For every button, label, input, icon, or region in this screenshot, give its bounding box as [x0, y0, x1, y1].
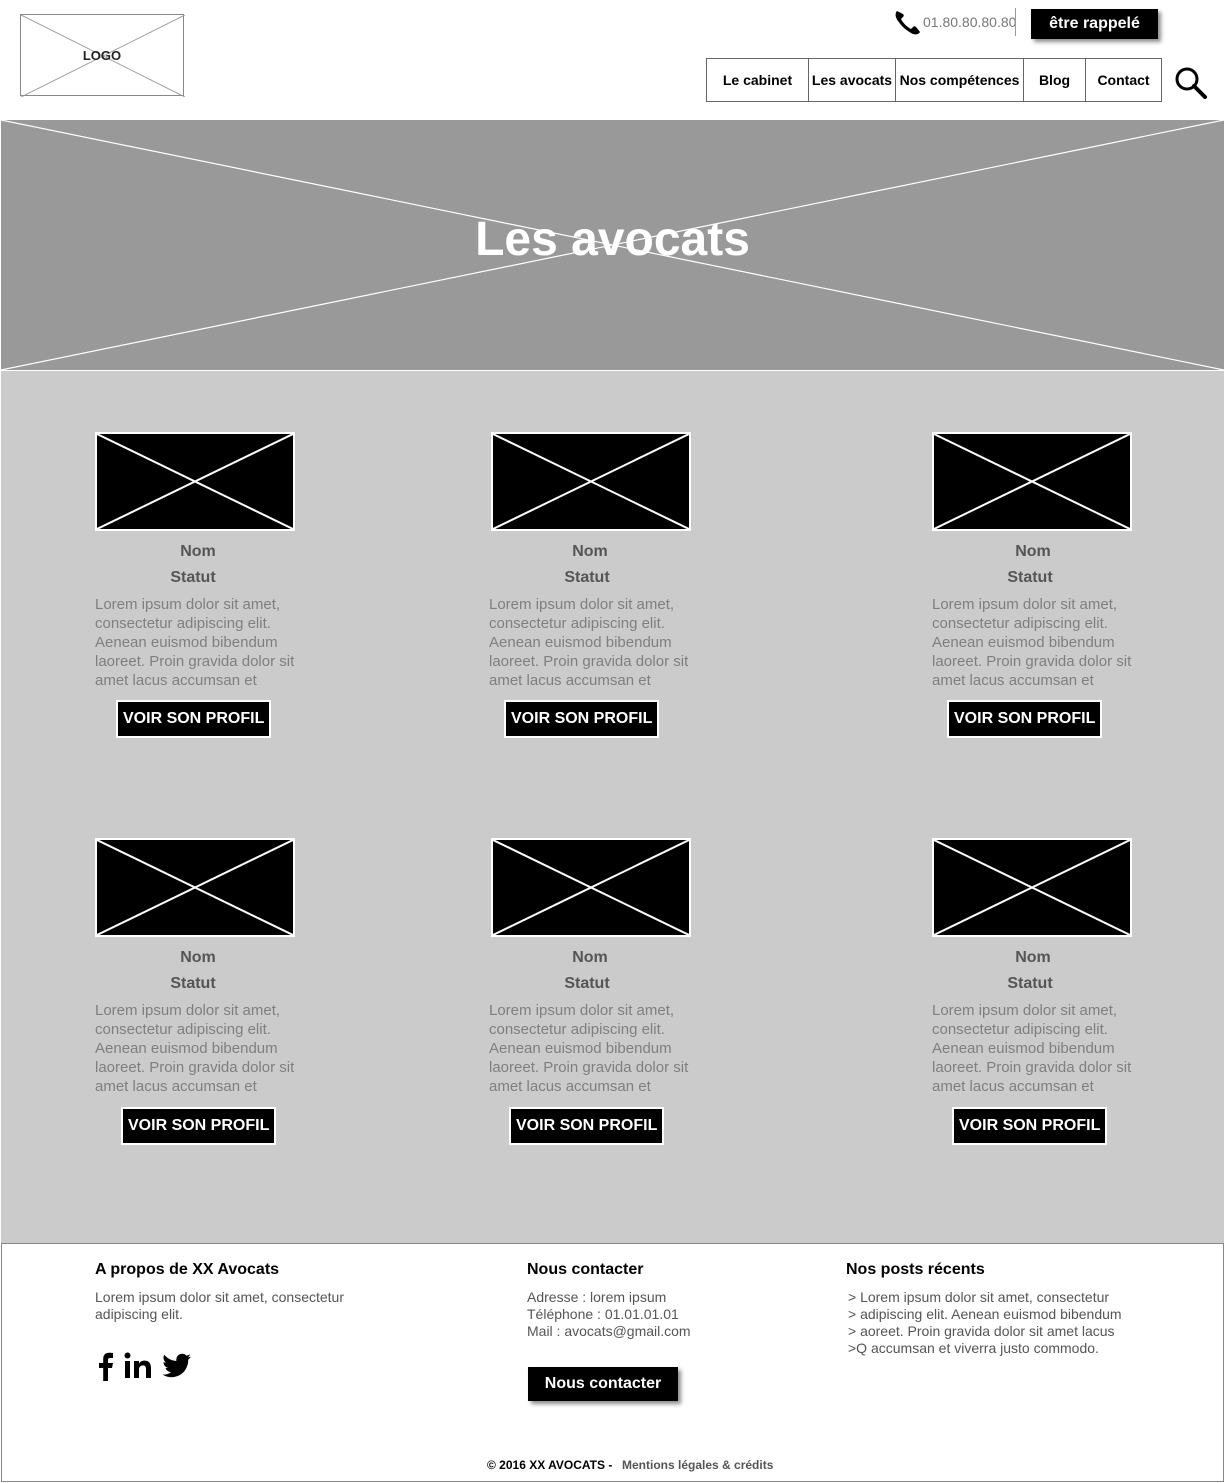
lawyer-photo[interactable]	[491, 838, 691, 937]
nav-item-competences[interactable]: Nos compétences	[896, 59, 1024, 101]
lawyer-status: Statut	[1007, 569, 1053, 586]
copyright: © 2016 XX AVOCATS -	[487, 1458, 613, 1472]
photo-placeholder-icon	[493, 434, 689, 529]
lawyer-bio: Lorem ipsum dolor sit amet, consectetur …	[489, 596, 689, 689]
page-title: Les avocats	[475, 213, 750, 266]
recent-post-link[interactable]: >Q accumsan et viverra justo commodo.	[848, 1340, 1099, 1357]
recent-post-link[interactable]: > Lorem ipsum dolor sit amet, consectetu…	[848, 1289, 1109, 1306]
main-nav: Le cabinet Les avocats Nos compétences B…	[706, 58, 1162, 102]
footer-address: Adresse : lorem ipsum	[527, 1289, 667, 1305]
photo-placeholder-icon	[97, 840, 293, 935]
footer-mail[interactable]: Mail : avocats@gmail.com	[527, 1323, 691, 1340]
photo-placeholder-icon	[97, 434, 293, 529]
photo-placeholder-icon	[934, 840, 1130, 935]
phone-icon	[895, 11, 920, 35]
legal-mentions-link[interactable]: Mentions légales & crédits	[622, 1458, 773, 1472]
lawyer-name: Nom	[572, 949, 608, 966]
lawyer-photo[interactable]	[932, 838, 1132, 937]
lawyer-bio: Lorem ipsum dolor sit amet, consectetur …	[95, 596, 295, 689]
nav-item-contact[interactable]: Contact	[1086, 59, 1161, 101]
lawyer-photo[interactable]	[95, 838, 295, 937]
photo-placeholder-icon	[934, 434, 1130, 529]
lawyer-name: Nom	[180, 543, 216, 560]
recent-post-link[interactable]: > aoreet. Proin gravida dolor sit amet l…	[848, 1323, 1115, 1340]
lawyer-name: Nom	[1015, 543, 1051, 560]
lawyer-status: Statut	[170, 569, 216, 586]
nav-item-blog[interactable]: Blog	[1024, 59, 1086, 101]
lawyer-bio: Lorem ipsum dolor sit amet, consectetur …	[932, 596, 1132, 689]
contact-button[interactable]: Nous contacter	[528, 1367, 678, 1401]
lawyer-name: Nom	[572, 543, 608, 560]
lawyer-bio: Lorem ipsum dolor sit amet, consectetur …	[489, 1002, 689, 1095]
lawyer-bio: Lorem ipsum dolor sit amet, consectetur …	[95, 1002, 295, 1095]
lawyer-status: Statut	[170, 975, 216, 992]
view-profile-button[interactable]: VOIR SON PROFIL	[121, 1107, 276, 1145]
view-profile-button[interactable]: VOIR SON PROFIL	[952, 1107, 1107, 1145]
twitter-icon[interactable]	[162, 1353, 192, 1384]
phone-number: 01.80.80.80.80	[923, 14, 1017, 30]
header-divider	[1015, 8, 1016, 36]
callback-button[interactable]: être rappelé	[1031, 9, 1158, 39]
footer-contact-title: Nous contacter	[527, 1261, 644, 1278]
footer-about-title: A propos de XX Avocats	[95, 1261, 280, 1278]
footer-about-text-line2: adipiscing elit.	[95, 1306, 183, 1322]
logo-text: LOGO	[82, 48, 122, 63]
lawyer-status: Statut	[564, 569, 610, 586]
lawyer-bio: Lorem ipsum dolor sit amet, consectetur …	[932, 1002, 1132, 1095]
photo-placeholder-icon	[493, 840, 689, 935]
linkedin-icon[interactable]	[124, 1351, 154, 1386]
recent-post-link[interactable]: > adipiscing elit. Aenean euismod bibend…	[848, 1306, 1122, 1323]
lawyer-photo[interactable]	[491, 432, 691, 531]
view-profile-button[interactable]: VOIR SON PROFIL	[947, 700, 1102, 738]
footer-about-text-line1: Lorem ipsum dolor sit amet, consectetur	[95, 1289, 344, 1305]
footer-phone: Téléphone : 01.01.01.01	[527, 1306, 679, 1322]
social-links	[96, 1350, 192, 1386]
footer-posts-title: Nos posts récents	[846, 1261, 985, 1278]
nav-item-cabinet[interactable]: Le cabinet	[707, 59, 809, 101]
view-profile-button[interactable]: VOIR SON PROFIL	[504, 700, 659, 738]
logo[interactable]: LOGO	[20, 14, 185, 97]
search-icon[interactable]	[1174, 66, 1208, 100]
lawyer-status: Statut	[1007, 975, 1053, 992]
lawyer-photo[interactable]	[932, 432, 1132, 531]
facebook-icon[interactable]	[96, 1351, 116, 1386]
view-profile-button[interactable]: VOIR SON PROFIL	[509, 1107, 664, 1145]
lawyer-status: Statut	[564, 975, 610, 992]
lawyer-photo[interactable]	[95, 432, 295, 531]
view-profile-button[interactable]: VOIR SON PROFIL	[116, 700, 271, 738]
nav-item-avocats[interactable]: Les avocats	[809, 59, 896, 101]
lawyer-name: Nom	[180, 949, 216, 966]
lawyer-name: Nom	[1015, 949, 1051, 966]
